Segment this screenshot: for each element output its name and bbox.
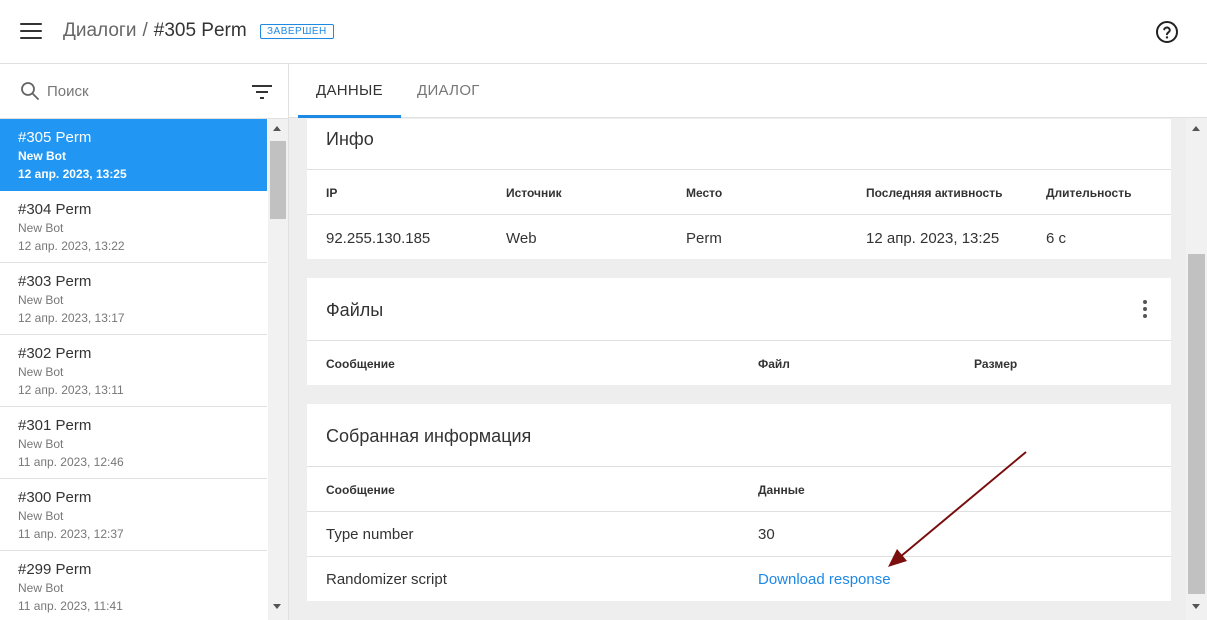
dialog-list-item[interactable]: #305 Perm New Bot 12 апр. 2023, 13:25 [0, 119, 267, 191]
dialog-bot-name: New Bot [18, 221, 64, 235]
dialog-list-item[interactable]: #299 Perm New Bot 11 апр. 2023, 11:41 [0, 551, 267, 620]
app-header: Диалоги / #305 Perm ЗАВЕРШЕН [0, 0, 1207, 64]
dialog-bot-name: New Bot [18, 149, 66, 163]
dialog-list-item[interactable]: #303 Perm New Bot 12 апр. 2023, 13:17 [0, 263, 267, 335]
column-header-duration: Длительность [1046, 186, 1132, 200]
main-content: ДАННЫЕ ДИАЛОГ Инфо IP Источник Место Пос… [289, 64, 1207, 620]
scrollbar-thumb[interactable] [270, 141, 286, 219]
info-source-value: Web [506, 230, 537, 247]
collected-row-data: 30 [758, 526, 775, 543]
dialog-title: #304 Perm [18, 201, 92, 218]
search-input[interactable] [47, 80, 227, 102]
column-header-size: Размер [974, 357, 1018, 371]
tab-bar: ДАННЫЕ ДИАЛОГ [289, 64, 1207, 118]
column-header-ip: IP [326, 186, 338, 200]
divider [307, 169, 1171, 170]
dialog-date: 11 апр. 2023, 12:37 [18, 527, 124, 541]
download-response-link[interactable]: Download response [758, 571, 891, 588]
dialog-list: #305 Perm New Bot 12 апр. 2023, 13:25 #3… [0, 119, 267, 620]
search-bar [0, 64, 288, 119]
dialog-title: #303 Perm [18, 273, 92, 290]
dialog-title: #299 Perm [18, 561, 92, 578]
status-badge: ЗАВЕРШЕН [260, 24, 334, 39]
dialog-bot-name: New Bot [18, 509, 64, 523]
dialog-title: #300 Perm [18, 489, 92, 506]
files-card: Файлы Сообщение Файл Размер [307, 278, 1171, 385]
column-header-message: Сообщение [326, 357, 395, 371]
scroll-down-arrow-icon[interactable] [1192, 604, 1200, 609]
dialog-bot-name: New Bot [18, 437, 64, 451]
column-header-place: Место [686, 186, 723, 200]
collected-info-card: Собранная информация Сообщение Данные Ty… [307, 404, 1171, 601]
divider [307, 340, 1171, 341]
column-header-source: Источник [506, 186, 562, 200]
info-card-title: Инфо [326, 129, 374, 149]
dialog-list-item[interactable]: #304 Perm New Bot 12 апр. 2023, 13:22 [0, 191, 267, 263]
collected-row-message: Type number [326, 526, 414, 543]
column-header-data: Данные [758, 483, 805, 497]
dialog-date: 11 апр. 2023, 12:46 [18, 455, 124, 469]
dialog-date: 11 апр. 2023, 11:41 [18, 599, 123, 613]
breadcrumb-root[interactable]: Диалоги [63, 20, 136, 41]
sidebar: #305 Perm New Bot 12 апр. 2023, 13:25 #3… [0, 64, 289, 620]
dialog-bot-name: New Bot [18, 581, 64, 595]
dialog-list-item[interactable]: #300 Perm New Bot 11 апр. 2023, 12:37 [0, 479, 267, 551]
scroll-down-arrow-icon[interactable] [273, 604, 281, 609]
dialog-date: 12 апр. 2023, 13:17 [18, 311, 125, 325]
dialog-date: 12 апр. 2023, 13:11 [18, 383, 124, 397]
dialog-title: #305 Perm [18, 129, 92, 146]
divider [307, 556, 1171, 557]
tab-dialog[interactable]: ДИАЛОГ [399, 64, 498, 118]
help-circle-icon[interactable] [1155, 20, 1179, 44]
scroll-up-arrow-icon[interactable] [1192, 126, 1200, 131]
info-last-activity-value: 12 апр. 2023, 13:25 [866, 230, 1000, 247]
dialog-bot-name: New Bot [18, 365, 64, 379]
info-ip-value: 92.255.130.185 [326, 230, 431, 247]
scroll-up-arrow-icon[interactable] [273, 126, 281, 131]
scrollbar-thumb[interactable] [1188, 254, 1205, 594]
column-header-file: Файл [758, 357, 790, 371]
column-header-last-activity: Последняя активность [866, 186, 1003, 200]
tab-data[interactable]: ДАННЫЕ [298, 64, 401, 118]
breadcrumb-separator: / [142, 20, 148, 41]
collected-row-message: Randomizer script [326, 571, 447, 588]
divider [307, 511, 1171, 512]
search-icon [21, 82, 39, 100]
dialog-title: #301 Perm [18, 417, 92, 434]
divider [307, 214, 1171, 215]
files-card-title: Файлы [326, 300, 384, 320]
dialog-list-item[interactable]: #301 Perm New Bot 11 апр. 2023, 12:46 [0, 407, 267, 479]
breadcrumb: Диалоги / #305 Perm [63, 20, 247, 42]
info-duration-value: 6 с [1046, 230, 1067, 247]
info-place-value: Perm [686, 230, 722, 247]
dialog-title: #302 Perm [18, 345, 92, 362]
dialog-bot-name: New Bot [18, 293, 64, 307]
dialog-list-scrollbar[interactable] [268, 119, 288, 620]
dialog-list-item[interactable]: #302 Perm New Bot 12 апр. 2023, 13:11 [0, 335, 267, 407]
collected-info-card-title: Собранная информация [326, 426, 532, 446]
column-header-message: Сообщение [326, 483, 395, 497]
info-card: Инфо IP Источник Место Последняя активно… [307, 119, 1171, 259]
dialog-date: 12 апр. 2023, 13:22 [18, 239, 125, 253]
dialog-date: 12 апр. 2023, 13:25 [18, 167, 127, 181]
more-vert-icon[interactable] [1142, 299, 1148, 319]
filter-icon[interactable] [251, 83, 273, 101]
menu-icon[interactable] [20, 21, 42, 41]
divider [307, 466, 1171, 467]
main-scrollbar[interactable] [1186, 118, 1207, 620]
page-title: #305 Perm [153, 20, 247, 41]
